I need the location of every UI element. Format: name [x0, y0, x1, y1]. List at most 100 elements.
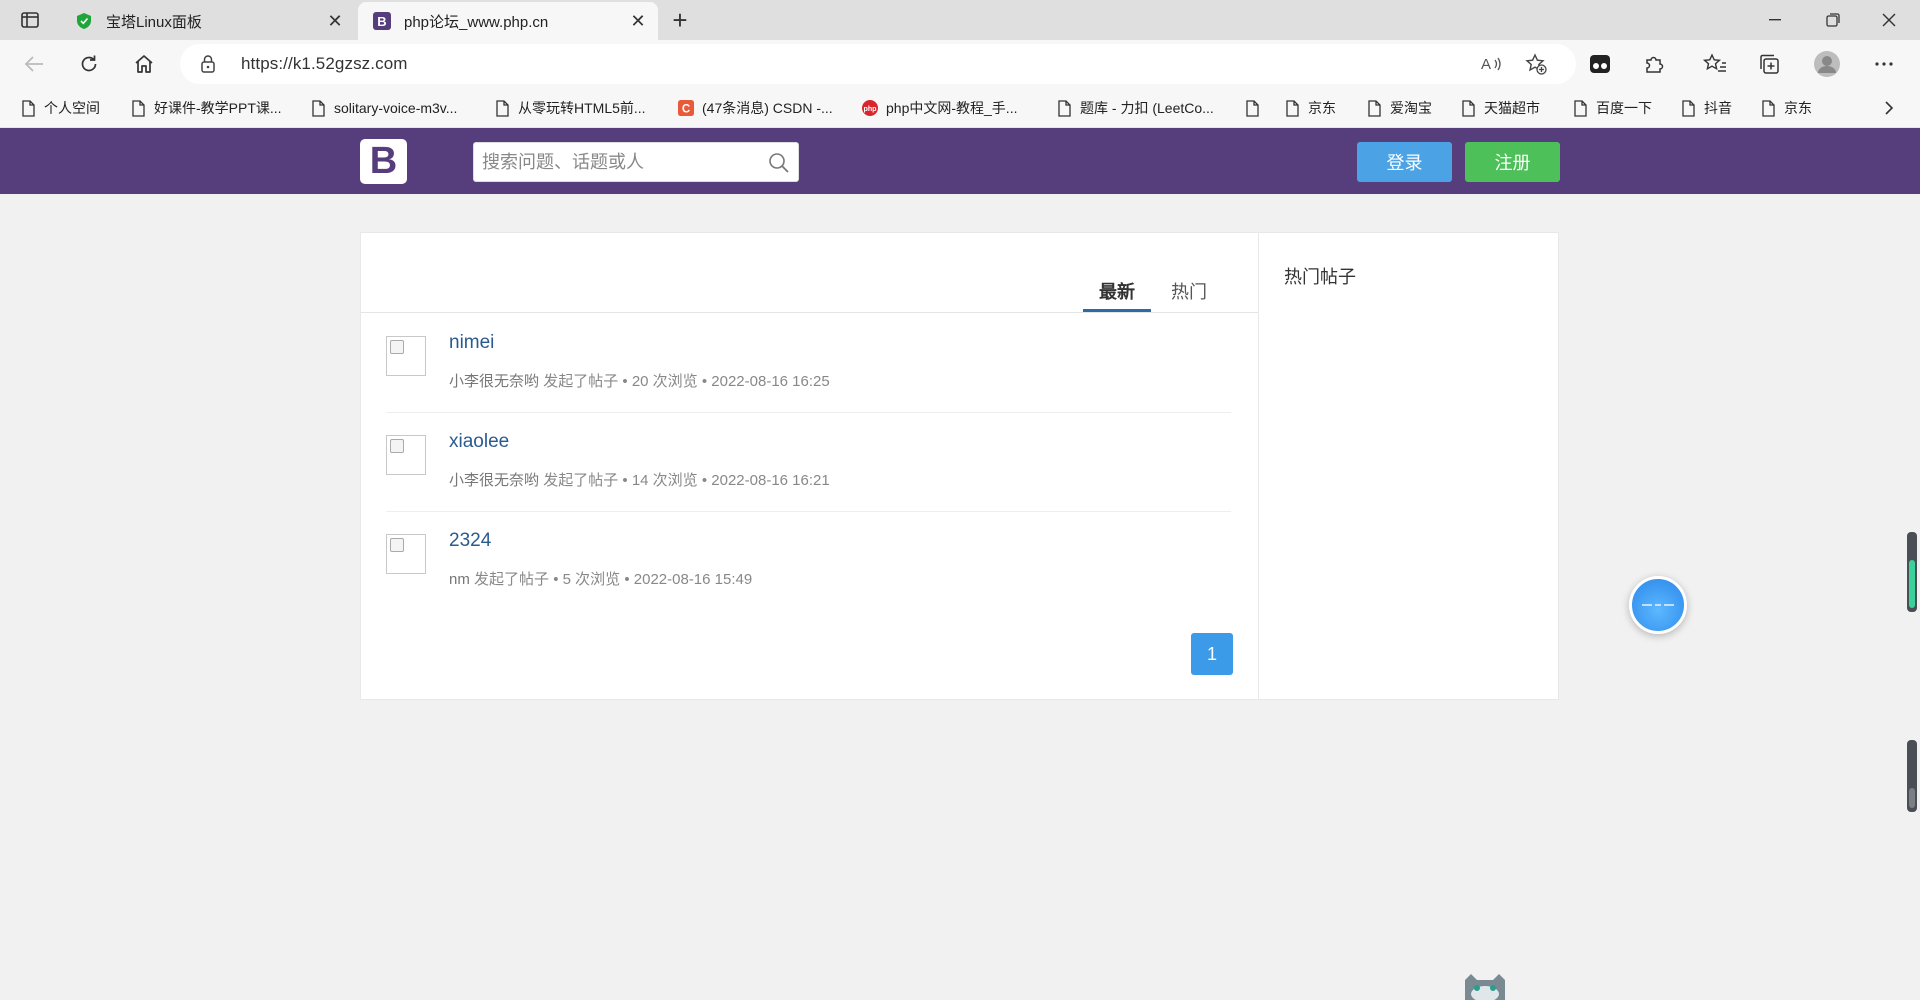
browser-tab-baota[interactable]: 宝塔Linux面板 ✕ [60, 2, 355, 40]
bookmark-label: 题库 - 力扣 (LeetCo... [1080, 100, 1214, 116]
post-title[interactable]: xiaolee [449, 431, 509, 453]
post-tabs: 最新 热门 [361, 233, 1258, 313]
post-author[interactable]: 小李很无奈哟 [449, 373, 539, 390]
bookmark-label: 京东 [1308, 100, 1336, 116]
page-icon [1680, 98, 1696, 118]
page-icon [1460, 98, 1476, 118]
bookmark-item[interactable]: 百度一下 [1572, 97, 1652, 119]
bootstrap-favicon-icon: B [372, 11, 392, 31]
pagination-page-1[interactable]: 1 [1191, 633, 1233, 675]
bookmarks-bar: 个人空间 好课件-教学PPT课... solitary-voice-m3v...… [0, 88, 1920, 128]
search-icon[interactable] [768, 152, 790, 174]
page-icon [1244, 98, 1260, 118]
bookmark-item[interactable]: 京东 [1760, 97, 1812, 119]
tab-title: php论坛_www.php.cn [404, 13, 549, 31]
post-views: 14 次浏览 [631, 472, 698, 489]
bookmark-item[interactable]: 天猫超市 [1460, 97, 1540, 119]
separator-dot: • [553, 571, 559, 588]
plus-icon[interactable]: + [666, 6, 694, 34]
floating-assistant-ball[interactable] [1629, 576, 1687, 634]
tab-actions-icon[interactable] [18, 8, 42, 32]
bookmark-label: 爱淘宝 [1390, 100, 1432, 116]
page-icon [494, 98, 510, 118]
tab-latest[interactable]: 最新 [1083, 278, 1151, 312]
search-box [473, 142, 799, 182]
svg-text:C: C [682, 103, 691, 115]
window-close-icon[interactable] [1866, 4, 1912, 36]
post-title[interactable]: nimei [449, 332, 494, 354]
bookmark-item[interactable] [1244, 97, 1268, 119]
avatar[interactable] [386, 336, 426, 376]
close-icon[interactable]: ✕ [624, 7, 652, 35]
bookmark-item[interactable]: 抖音 [1680, 97, 1732, 119]
refresh-icon[interactable] [73, 48, 105, 80]
login-button[interactable]: 登录 [1357, 142, 1452, 182]
avatar[interactable] [386, 435, 426, 475]
bookmark-item[interactable]: 题库 - 力扣 (LeetCo... [1056, 97, 1214, 119]
more-menu-icon[interactable] [1868, 48, 1900, 80]
tab-hot[interactable]: 热门 [1161, 278, 1217, 312]
post-time: 2022-08-16 16:25 [711, 373, 830, 390]
bookmark-label: 天猫超市 [1484, 100, 1540, 116]
hot-posts-title: 热门帖子 [1284, 267, 1356, 287]
post-views: 5 次浏览 [562, 571, 621, 588]
home-icon[interactable] [128, 48, 160, 80]
profile-avatar-icon[interactable] [1811, 48, 1843, 80]
tab-title: 宝塔Linux面板 [106, 13, 202, 31]
side-scroll-widget[interactable] [1907, 532, 1917, 612]
post-time: 2022-08-16 15:49 [633, 571, 753, 588]
side-scroll-widget[interactable] [1907, 740, 1917, 812]
page-icon [1760, 98, 1776, 118]
bookmark-label: 好课件-教学PPT课... [154, 100, 282, 116]
baota-shield-icon [74, 11, 94, 31]
avatar[interactable] [386, 534, 426, 574]
site-header: B 登录 注册 [0, 128, 1920, 194]
bookmark-label: solitary-voice-m3v... [334, 100, 458, 116]
separator-dot: • [622, 373, 628, 390]
minimize-icon[interactable] [1752, 4, 1798, 36]
bookmark-item[interactable]: solitary-voice-m3v... [310, 97, 457, 119]
extensions-puzzle-icon[interactable] [1638, 48, 1670, 80]
post-author[interactable]: 小李很无奈哟 [449, 472, 539, 489]
post-author[interactable]: nm [449, 571, 470, 588]
favorites-icon[interactable] [1699, 48, 1731, 80]
post-action: 发起了帖子 [474, 571, 550, 588]
chevron-right-icon[interactable] [1878, 97, 1900, 119]
read-aloud-icon[interactable]: A [1480, 52, 1504, 76]
post-title[interactable]: 2324 [449, 530, 491, 552]
bookmark-label: 从零玩转HTML5前... [518, 100, 646, 116]
bookmark-item[interactable]: C (47条消息) CSDN -... [678, 97, 833, 119]
bookmark-label: php中文网-教程_手... [886, 100, 1018, 116]
bookmark-item[interactable]: 个人空间 [20, 97, 100, 119]
browser-toolbar: https://k1.52gzsz.com A [0, 40, 1920, 88]
scroll-widget-fill [1909, 560, 1915, 608]
browser-tab-bar: 宝塔Linux面板 ✕ B php论坛_www.php.cn ✕ + [0, 0, 1920, 40]
page-icon [1572, 98, 1588, 118]
post-meta: nm 发起了帖子 • 5 次浏览 • 2022-08-16 15:49 [449, 568, 752, 589]
bookmark-item[interactable]: 京东 [1284, 97, 1336, 119]
mascot-cat-icon[interactable] [1459, 972, 1511, 1000]
bookmark-label: (47条消息) CSDN -... [702, 100, 833, 116]
search-input[interactable] [482, 143, 752, 181]
close-icon[interactable]: ✕ [321, 7, 349, 35]
post-action: 发起了帖子 [543, 472, 619, 489]
separator-dot: • [622, 472, 628, 489]
add-favorite-icon[interactable] [1524, 52, 1548, 76]
restore-icon[interactable] [1810, 4, 1856, 36]
back-arrow-icon[interactable] [18, 48, 50, 80]
browser-tab-php[interactable]: B php论坛_www.php.cn ✕ [358, 2, 658, 40]
url-text[interactable]: https://k1.52gzsz.com [241, 54, 408, 74]
bookmark-item[interactable]: php php中文网-教程_手... [862, 97, 1017, 119]
bookmark-item[interactable]: 好课件-教学PPT课... [130, 97, 282, 119]
bookmark-label: 百度一下 [1596, 100, 1652, 116]
lock-icon[interactable] [200, 54, 216, 79]
page-icon [20, 98, 36, 118]
site-logo[interactable]: B [360, 139, 407, 184]
bookmark-item[interactable]: 爱淘宝 [1366, 97, 1432, 119]
page-icon [1284, 98, 1300, 118]
tampermonkey-icon[interactable] [1584, 48, 1616, 80]
collections-icon[interactable] [1753, 48, 1785, 80]
bookmark-item[interactable]: 从零玩转HTML5前... [494, 97, 646, 119]
address-bar[interactable]: https://k1.52gzsz.com A [180, 44, 1576, 84]
register-button[interactable]: 注册 [1465, 142, 1560, 182]
